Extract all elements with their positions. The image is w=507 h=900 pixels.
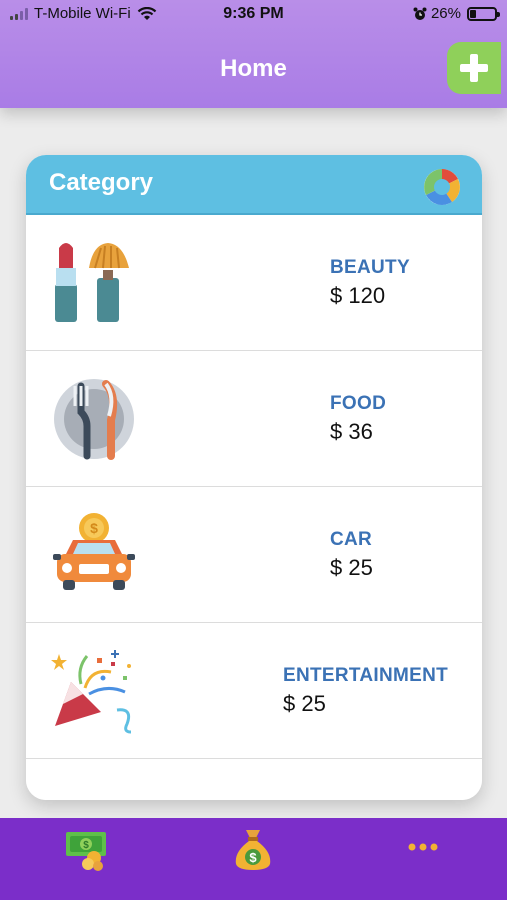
battery-icon <box>467 6 500 21</box>
add-button[interactable] <box>447 42 501 94</box>
category-name: BEAUTY <box>330 257 410 278</box>
status-right: 26% <box>413 5 500 22</box>
category-amount: $ 36 <box>330 419 373 444</box>
car-icon: $ <box>53 513 135 590</box>
category-name: CAR <box>330 529 373 550</box>
svg-text:$: $ <box>83 840 89 851</box>
battery-percent: 26% <box>430 5 461 22</box>
party-icon <box>51 650 132 734</box>
category-text: BEAUTY $ 120 <box>330 257 410 309</box>
category-row-car[interactable]: $ CAR $ 25 <box>26 487 482 623</box>
beauty-icon <box>55 243 129 322</box>
plus-icon <box>460 54 488 82</box>
card-header: Category <box>26 155 482 215</box>
status-bar: T-Mobile Wi-Fi 9:36 PM 26% <box>0 0 507 30</box>
category-name: FOOD <box>330 393 387 414</box>
app-header: T-Mobile Wi-Fi 9:36 PM 26% Home <box>0 0 507 108</box>
category-text: FOOD $ 36 <box>330 393 386 445</box>
category-amount: $ 120 <box>330 283 386 308</box>
tab-money-bag[interactable]: $ <box>232 826 274 877</box>
category-text: ENTERTAINMENT $ 25 <box>283 665 448 717</box>
more-icon <box>408 843 438 851</box>
list-footer <box>26 759 482 800</box>
tab-more[interactable] <box>406 840 440 859</box>
page-title: Home <box>220 55 287 82</box>
food-icon <box>54 379 134 460</box>
category-row-beauty[interactable]: BEAUTY $ 120 <box>26 215 482 351</box>
category-name: ENTERTAINMENT <box>283 665 449 686</box>
pie-chart-icon[interactable] <box>422 167 462 207</box>
category-card: Category BEAUTY $ 120 FOOD $ 36 $ CAR $ … <box>26 155 482 800</box>
category-amount: $ 25 <box>330 555 373 580</box>
category-amount: $ 25 <box>283 691 326 716</box>
cash-icon: $ <box>66 832 106 871</box>
tab-cash[interactable]: $ <box>64 826 110 877</box>
category-row-food[interactable]: FOOD $ 36 <box>26 351 482 487</box>
alarm-icon <box>413 7 427 20</box>
tab-bar: $ $ <box>0 818 507 900</box>
card-title: Category <box>49 169 154 196</box>
svg-text:$: $ <box>249 850 257 865</box>
category-text: CAR $ 25 <box>330 529 373 581</box>
svg-text:$: $ <box>90 520 98 536</box>
category-row-entertainment[interactable]: ENTERTAINMENT $ 25 <box>26 623 482 759</box>
money-bag-icon: $ <box>235 830 271 870</box>
